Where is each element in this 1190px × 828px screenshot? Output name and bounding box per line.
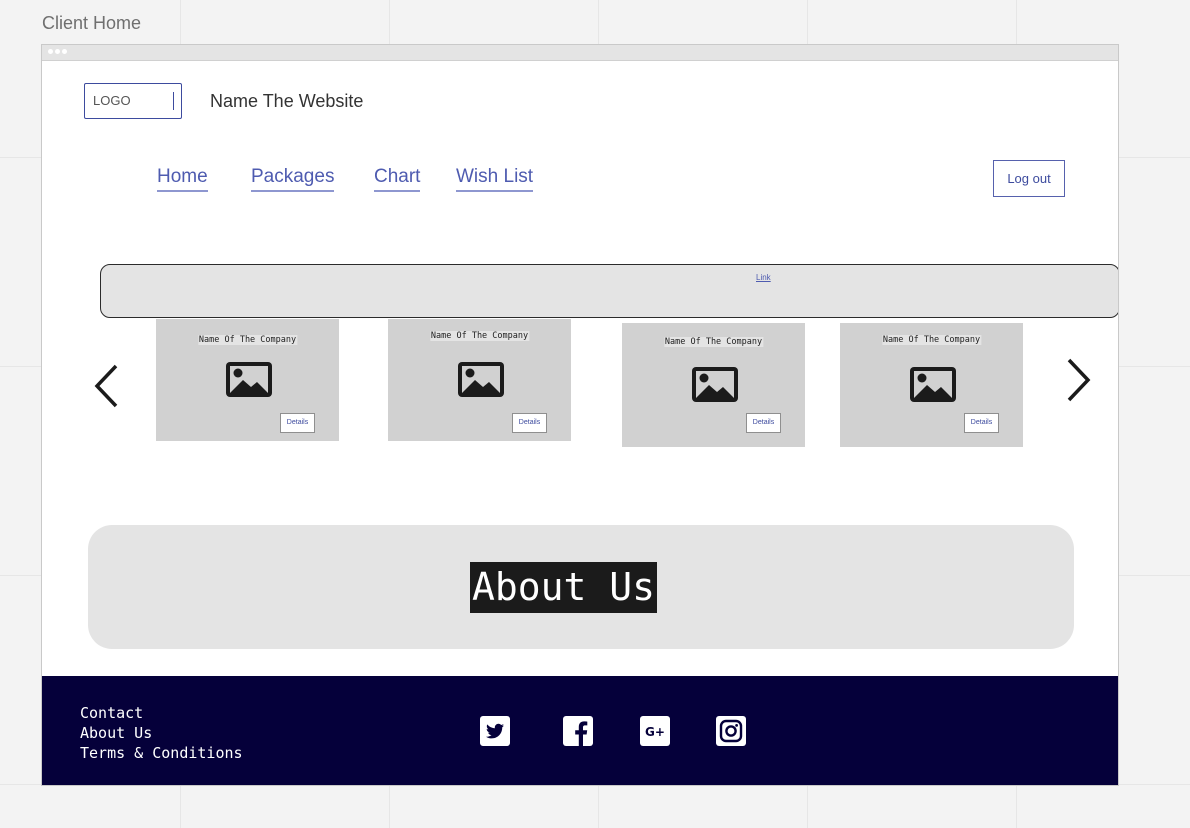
instagram-icon[interactable]	[716, 716, 746, 746]
nav-wish-list[interactable]: Wish List	[456, 166, 534, 192]
nav-chart[interactable]: Chart	[374, 166, 421, 192]
company-name: Name Of The Company	[663, 337, 764, 347]
company-name: Name Of The Company	[429, 331, 530, 341]
site-name: Name The Website	[210, 91, 364, 111]
details-button[interactable]: Details	[964, 413, 999, 433]
company-name: Name Of The Company	[881, 335, 982, 345]
footer-links: Contact About Us Terms & Conditions	[80, 703, 243, 763]
image-icon	[226, 362, 272, 397]
nav-packages[interactable]: Packages	[251, 166, 335, 192]
company-card: Name Of The Company Details	[156, 319, 339, 441]
window-titlebar	[42, 45, 1118, 61]
nav-home[interactable]: Home	[157, 166, 208, 192]
svg-text:G+: G+	[645, 725, 665, 739]
footer: Contact About Us Terms & Conditions G+	[42, 676, 1118, 785]
image-icon	[458, 362, 504, 397]
details-button[interactable]: Details	[746, 413, 781, 433]
image-icon	[910, 367, 956, 402]
twitter-icon[interactable]	[480, 716, 510, 746]
window-dots-icon	[48, 49, 67, 54]
browser-frame: LOGO Name The Website Home Packages Char…	[41, 44, 1119, 786]
company-card: Name Of The Company Details	[840, 323, 1023, 447]
link-banner: Link	[100, 264, 1118, 318]
logo-text: LOGO	[93, 93, 131, 108]
google-plus-icon[interactable]: G+	[640, 716, 670, 746]
company-name: Name Of The Company	[197, 335, 298, 345]
board-title: Client Home	[42, 13, 142, 33]
footer-link-about[interactable]: About Us	[80, 723, 243, 743]
footer-link-contact[interactable]: Contact	[80, 703, 243, 723]
facebook-icon[interactable]	[563, 716, 593, 746]
chevron-right-icon[interactable]	[1063, 357, 1093, 403]
image-icon	[692, 367, 738, 402]
footer-link-terms[interactable]: Terms & Conditions	[80, 743, 243, 763]
company-card: Name Of The Company Details	[388, 319, 571, 441]
about-title: About Us	[470, 562, 658, 613]
logo[interactable]: LOGO	[84, 83, 182, 119]
details-button[interactable]: Details	[512, 413, 547, 433]
banner-link[interactable]: Link	[756, 273, 771, 282]
chevron-left-icon[interactable]	[92, 363, 122, 409]
company-card: Name Of The Company Details	[622, 323, 805, 447]
logout-button[interactable]: Log out	[993, 160, 1065, 197]
text-cursor	[173, 92, 174, 110]
details-button[interactable]: Details	[280, 413, 315, 433]
